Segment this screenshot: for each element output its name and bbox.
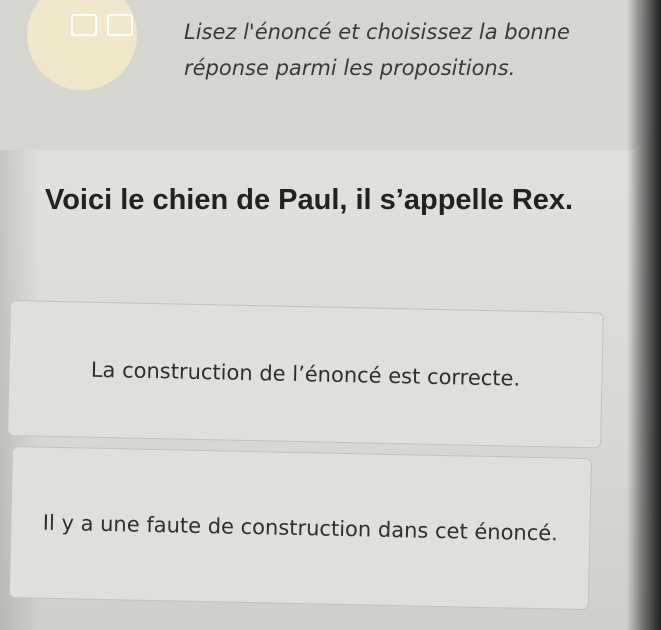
answer-option-error[interactable]: Il y a une faute de construction dans ce…: [8, 446, 592, 611]
tile-icon-part: [107, 14, 133, 36]
instruction-text: Lisez l'énoncé et choisissez la bonne ré…: [184, 20, 570, 80]
answer-option-label: Il y a une faute de construction dans ce…: [42, 510, 559, 545]
tile-icon-part: [71, 14, 97, 36]
instruction-panel: Lisez l'énoncé et choisissez la bonne ré…: [0, 0, 640, 150]
question-text: Voici le chien de Paul, il s’appelle Rex…: [45, 184, 574, 216]
grid-tiles-icon: [27, 0, 137, 90]
answer-option-label: La construction de l’énoncé est correcte…: [90, 357, 521, 391]
photo-dark-edge: [627, 0, 661, 630]
answer-option-correct[interactable]: La construction de l’énoncé est correcte…: [7, 300, 604, 449]
